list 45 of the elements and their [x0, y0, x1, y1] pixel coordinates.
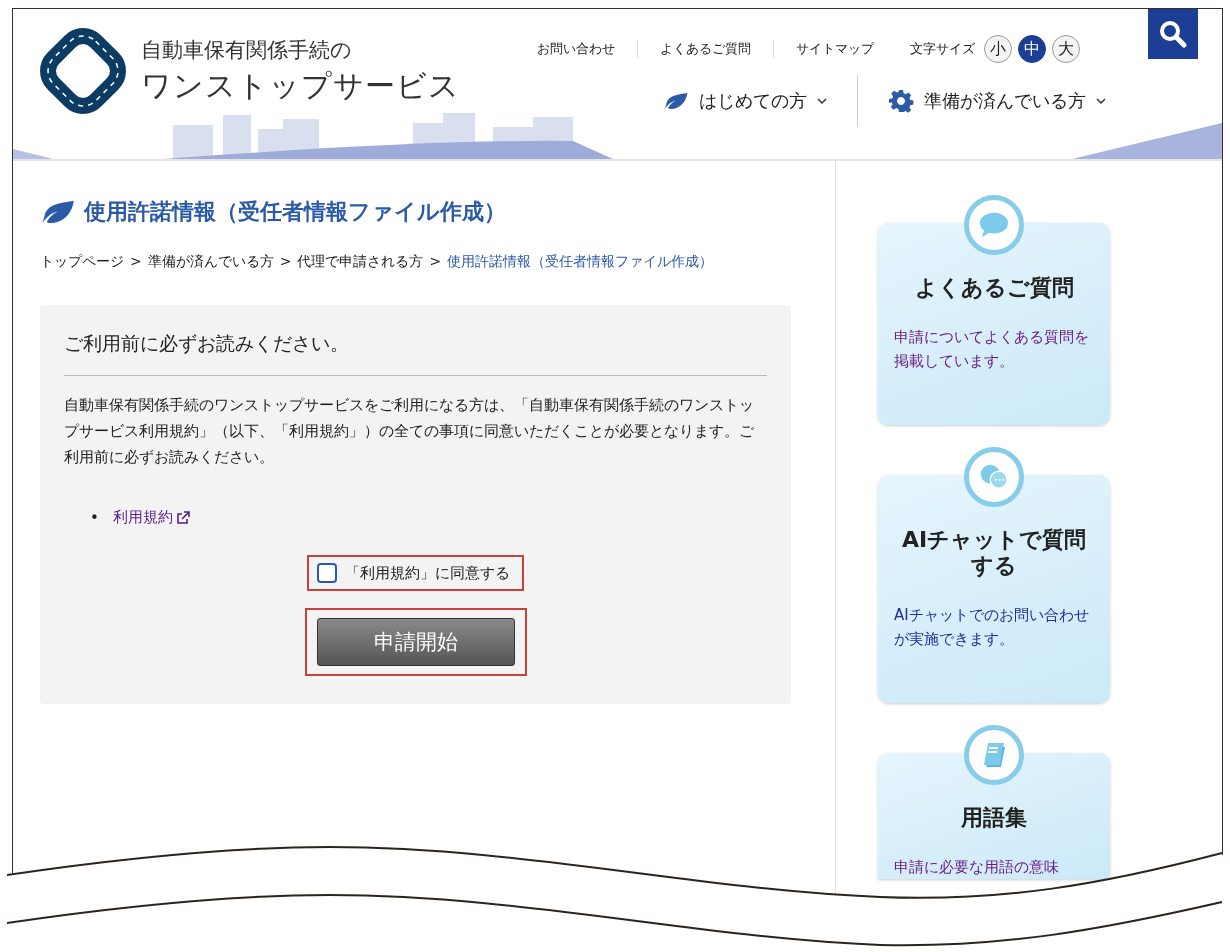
chat-bubbles-icon: [979, 463, 1009, 491]
speech-bubble-icon: [979, 211, 1009, 239]
logo-icon: [39, 27, 127, 115]
card-title: よくあるご質問: [914, 275, 1074, 301]
search-icon: [1158, 19, 1188, 49]
external-link-icon: [175, 510, 190, 525]
gear-icon: [888, 89, 914, 113]
text-size-label: 文字サイズ: [910, 40, 975, 58]
page-title: 使用許諾情報（受任者情報ファイル作成）: [84, 198, 506, 226]
breadcrumb-link[interactable]: 準備が済んでいる方: [147, 253, 274, 271]
breadcrumb-separator: >: [429, 253, 442, 271]
header-link[interactable]: サイトマップ: [773, 40, 896, 58]
breadcrumb-link[interactable]: 使用許諾情報（受任者情報ファイル作成）: [447, 253, 714, 271]
notice-heading: ご利用前に必ずお読みください。: [64, 331, 767, 376]
header-link[interactable]: お問い合わせ: [525, 40, 637, 58]
notice-text: 自動車保有関係手続のワンストップサービスをご利用になる方は、「自動車保有関係手続のワンストップサービス利用規約」（以下、「利用規約」）の全ての事項に同意いただくことが必要となります。ご利用前に必ずお読みください。: [64, 395, 755, 468]
logo-title: ワンストップサービス: [141, 66, 460, 105]
breadcrumb-link[interactable]: 代理で申請される方: [297, 253, 424, 271]
leaf-icon: [40, 198, 76, 226]
breadcrumb-separator: >: [130, 253, 142, 271]
card-description: 申請についてよくある質問を掲載しています。: [894, 327, 1090, 372]
caret-icon: [817, 97, 827, 105]
text-size-button[interactable]: 中: [1018, 35, 1046, 63]
start-application-button[interactable]: 申請開始: [316, 618, 515, 666]
nav-menu-button[interactable]: 準備が済んでいる方: [857, 75, 1136, 127]
text-size-button[interactable]: 小: [984, 35, 1012, 63]
info-card[interactable]: AIチャットで質問する AIチャットでのお問い合わせが実施できます。: [878, 475, 1110, 703]
breadcrumb-link[interactable]: トップページ: [40, 253, 124, 271]
agree-label: 「利用規約」に同意する: [345, 563, 510, 583]
nav-menu-button[interactable]: はじめての方: [633, 75, 857, 127]
logo-subtitle: 自動車保有関係手続の: [141, 36, 353, 64]
header-link[interactable]: よくあるご質問: [637, 40, 773, 58]
card-title: AIチャットで質問する: [900, 527, 1088, 579]
card-description: AIチャットでのお問い合わせが実施できます。: [894, 605, 1090, 650]
agree-checkbox[interactable]: [317, 563, 337, 583]
caret-icon: [1096, 97, 1106, 105]
terms-link[interactable]: 利用規約: [112, 508, 190, 527]
info-card[interactable]: 用語集 申請に必要な用語の意味: [878, 753, 1110, 879]
text-size-button[interactable]: 大: [1052, 35, 1080, 63]
card-title: 用語集: [961, 805, 1027, 831]
card-description: 申請に必要な用語の意味: [894, 857, 1059, 878]
breadcrumb-separator: >: [279, 253, 292, 271]
search-button[interactable]: [1148, 9, 1198, 59]
bullet: •: [90, 508, 99, 527]
info-card[interactable]: よくあるご質問 申請についてよくある質問を掲載しています。: [878, 223, 1110, 425]
